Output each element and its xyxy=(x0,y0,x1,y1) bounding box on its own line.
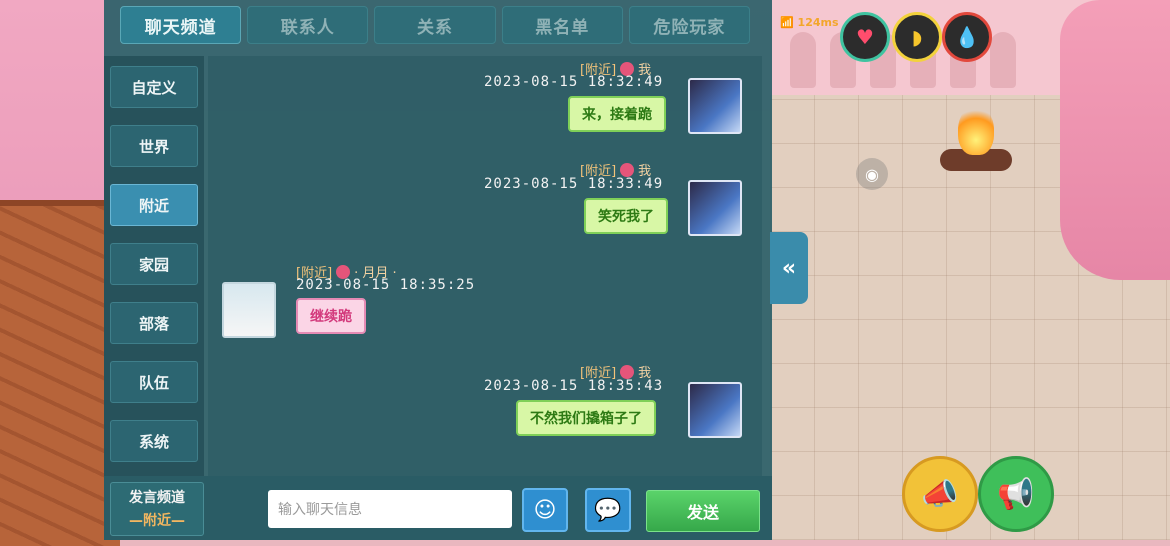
heart-icon: ♥ xyxy=(856,25,874,49)
female-gender-icon xyxy=(620,365,635,379)
megaphone-button[interactable]: 📣 xyxy=(902,456,978,532)
hunger-status: ◗ xyxy=(892,12,942,62)
message-bubble[interactable]: 继续跪 xyxy=(296,298,366,334)
message-bubble[interactable]: 来，接着跪 xyxy=(568,96,666,132)
female-gender-icon xyxy=(620,163,635,177)
speak-channel-selector[interactable]: 发言频道 —附近— xyxy=(110,482,204,536)
speaker-icon: 📢 xyxy=(997,476,1035,512)
eye-icon: ◉ xyxy=(865,164,879,184)
message-time: 2023-08-15 18:35:25 xyxy=(296,277,476,293)
sidebar-item-nearby[interactable]: 附近 xyxy=(110,184,198,226)
speaker-button[interactable]: 📢 xyxy=(978,456,1054,532)
ping-value: 124ms xyxy=(797,16,839,29)
sidebar-item-world[interactable]: 世界 xyxy=(110,125,198,167)
tab-contacts[interactable]: 联系人 xyxy=(247,6,369,44)
tab-dangerous-players[interactable]: 危险玩家 xyxy=(628,6,751,44)
water-icon: 💧 xyxy=(954,25,980,49)
sidebar-item-tribe[interactable]: 部落 xyxy=(110,302,198,344)
game-crate xyxy=(0,200,120,546)
channel-sidebar: 自定义 世界 附近 家园 部落 队伍 系统 xyxy=(104,56,204,476)
sidebar-item-custom[interactable]: 自定义 xyxy=(110,66,198,108)
thirst-status: 💧 xyxy=(942,12,992,62)
emoji-icon: ☺ xyxy=(533,497,557,523)
avatar[interactable] xyxy=(688,78,742,134)
tab-blacklist[interactable]: 黑名单 xyxy=(501,6,623,44)
quick-chat-button[interactable]: 💬 xyxy=(585,488,631,532)
send-button[interactable]: 发送 xyxy=(646,490,760,532)
tab-chat-channel[interactable]: 聊天频道 xyxy=(120,6,242,44)
health-status: ♥ xyxy=(840,12,890,62)
collapse-arrow-icon: « xyxy=(781,255,797,281)
sidebar-item-system[interactable]: 系统 xyxy=(110,420,198,462)
megaphone-icon: 📣 xyxy=(921,476,959,512)
chat-message-list[interactable]: [附近] 我 2023-08-15 18:32:49 来，接着跪 [附近] 我 20… xyxy=(208,56,762,476)
chat-input[interactable] xyxy=(268,490,512,528)
signal-icon: 📶 xyxy=(780,16,794,29)
view-toggle-button[interactable]: ◉ xyxy=(856,158,888,190)
campfire xyxy=(938,105,1014,175)
tab-bar: 聊天频道 联系人 关系 黑名单 危险玩家 xyxy=(120,6,751,44)
sidebar-item-team[interactable]: 队伍 xyxy=(110,361,198,403)
message-bubble[interactable]: 笑死我了 xyxy=(584,198,668,234)
game-pink-structure xyxy=(1060,0,1170,280)
collapse-chat-button[interactable]: « xyxy=(770,232,808,304)
message-bubble[interactable]: 不然我们撬箱子了 xyxy=(516,400,656,436)
avatar[interactable] xyxy=(688,180,742,236)
message-time: 2023-08-15 18:32:49 xyxy=(484,74,664,90)
message-time: 2023-08-15 18:33:49 xyxy=(484,176,664,192)
speak-channel-value: —附近— xyxy=(129,513,185,529)
hunger-icon: ◗ xyxy=(911,25,923,49)
bunny-decoration xyxy=(790,32,816,88)
message-time: 2023-08-15 18:35:43 xyxy=(484,378,664,394)
tab-relations[interactable]: 关系 xyxy=(374,6,496,44)
emoji-button[interactable]: ☺ xyxy=(522,488,568,532)
speak-channel-title: 发言频道 xyxy=(129,490,185,506)
avatar[interactable] xyxy=(688,382,742,438)
sidebar-item-home[interactable]: 家园 xyxy=(110,243,198,285)
network-signal: 📶 124ms xyxy=(780,16,839,29)
chat-bubble-icon: 💬 xyxy=(594,497,622,523)
avatar[interactable] xyxy=(222,282,276,338)
bunny-decoration xyxy=(990,32,1016,88)
